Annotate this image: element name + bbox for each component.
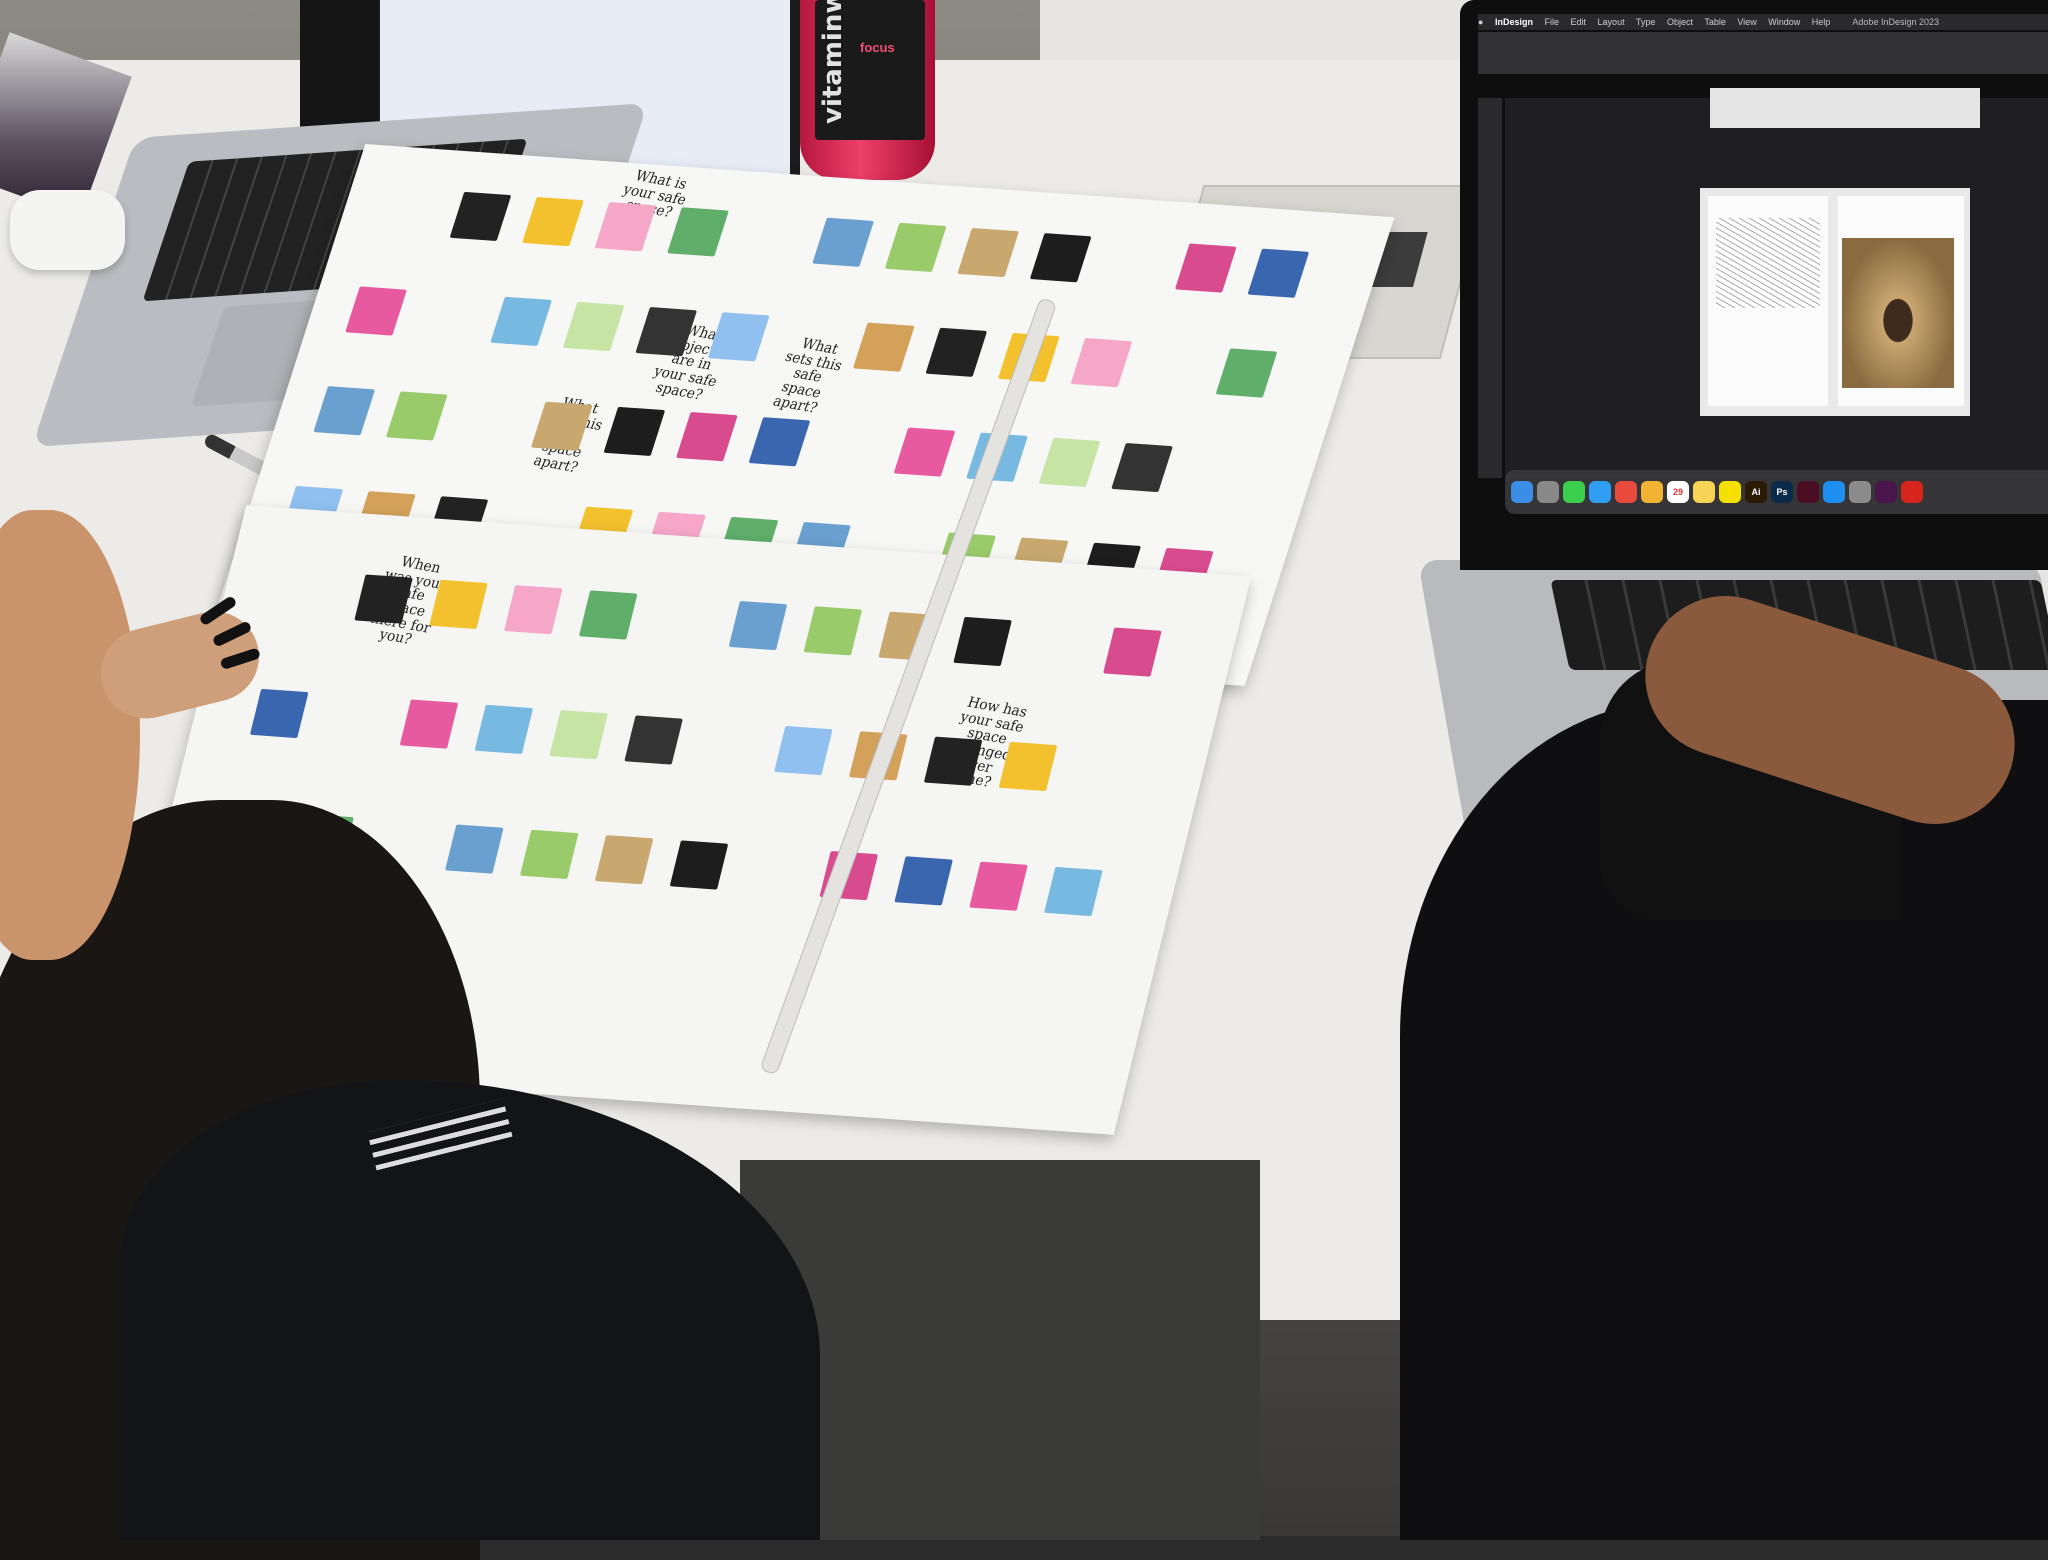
zine-page-thumbnail: [893, 427, 956, 477]
zine-page-thumbnail: [594, 202, 657, 252]
finder-icon[interactable]: [1511, 481, 1533, 503]
menu-app-name[interactable]: InDesign: [1495, 17, 1533, 27]
zine-page-thumbnail: [429, 579, 488, 629]
macos-dock: 29 Ai Ps: [1505, 470, 2048, 514]
nail: [219, 647, 261, 671]
indesign-icon[interactable]: [1797, 481, 1819, 503]
zine-page-thumbnail: [249, 688, 309, 739]
zine-page-thumbnail: [490, 296, 552, 346]
tools-panel[interactable]: [1478, 98, 1502, 478]
window-title: Adobe InDesign 2023: [1852, 17, 1939, 27]
zine-page-thumbnail: [676, 411, 738, 462]
zine-page-thumbnail: [1070, 338, 1133, 388]
zine-page-thumbnail: [925, 327, 988, 377]
zine-page-thumbnail: [1111, 442, 1173, 493]
indesign-control-bar[interactable]: [1478, 32, 2048, 74]
zine-page-thumbnail: [894, 856, 953, 906]
clay-photo-image[interactable]: [1842, 238, 1954, 388]
zine-question: What sets this safe space apart?: [770, 335, 845, 417]
zine-page-thumbnail: [1174, 243, 1237, 293]
zine-page-thumbnail: [969, 861, 1028, 911]
zine-page-thumbnail: [707, 312, 770, 362]
appstore-icon[interactable]: [1823, 481, 1845, 503]
zine-page-thumbnail: [624, 715, 683, 765]
photoshop-icon[interactable]: Ps: [1771, 481, 1793, 503]
bottle-brand-text: vitaminwater: [818, 0, 848, 124]
zine-page-thumbnail: [957, 227, 1020, 278]
apple-menu-icon[interactable]: ●: [1478, 17, 1483, 27]
safari-icon[interactable]: [1589, 481, 1611, 503]
zine-page-thumbnail: [474, 704, 534, 754]
sketch-image[interactable]: [1716, 218, 1820, 308]
indesign-menubar: ● InDesign File Edit Layout Type Object …: [1478, 14, 2048, 30]
zine-page-thumbnail: [578, 590, 638, 640]
zine-page-thumbnail: [399, 699, 459, 749]
zine-page-thumbnail: [519, 829, 579, 880]
zine-page-thumbnail: [549, 710, 609, 760]
zine-page-thumbnail: [504, 585, 563, 635]
bottle-flavor-text: focus: [860, 40, 895, 55]
nail: [211, 620, 253, 648]
menu-view[interactable]: View: [1737, 17, 1756, 27]
zine-page-thumbnail: [1029, 233, 1092, 283]
menu-object[interactable]: Object: [1667, 17, 1693, 27]
slack-icon[interactable]: [1875, 481, 1897, 503]
kakaotalk-icon[interactable]: [1719, 481, 1741, 503]
menu-help[interactable]: Help: [1812, 17, 1831, 27]
zine-page-thumbnail: [445, 824, 504, 874]
calendar-icon[interactable]: 29: [1667, 481, 1689, 503]
messages-icon[interactable]: [1563, 481, 1585, 503]
info-panel: [1710, 88, 1980, 128]
zine-page-thumbnail: [594, 835, 654, 885]
zine-page-thumbnail: [953, 616, 1012, 667]
zine-page-thumbnail: [1215, 348, 1278, 398]
menu-table[interactable]: Table: [1704, 17, 1726, 27]
menu-window[interactable]: Window: [1768, 17, 1800, 27]
chrome-icon[interactable]: [1615, 481, 1637, 503]
zine-page-thumbnail: [803, 606, 863, 656]
zine-page-thumbnail: [1247, 248, 1310, 298]
menu-file[interactable]: File: [1544, 17, 1559, 27]
zine-page-thumbnail: [385, 391, 448, 441]
zine-page-thumbnail: [562, 301, 625, 352]
zine-page-thumbnail: [1103, 627, 1162, 677]
menu-edit[interactable]: Edit: [1571, 17, 1587, 27]
zine-page-thumbnail: [774, 725, 833, 776]
zine-page-thumbnail: [728, 600, 788, 651]
zine-page-thumbnail: [313, 386, 376, 436]
zine-page-thumbnail: [669, 840, 729, 890]
menu-layout[interactable]: Layout: [1598, 17, 1625, 27]
zine-page-thumbnail: [345, 286, 407, 336]
notes-icon[interactable]: [1693, 481, 1715, 503]
zine-page-thumbnail: [884, 222, 947, 273]
zine-page-thumbnail: [998, 741, 1058, 792]
zine-page-thumbnail: [748, 417, 811, 467]
illustrator-icon[interactable]: Ai: [1745, 481, 1767, 503]
zine-page-thumbnail: [603, 406, 666, 457]
photos-icon[interactable]: [1641, 481, 1663, 503]
zine-page-thumbnail: [522, 196, 584, 247]
settings-icon[interactable]: [1849, 481, 1871, 503]
zine-page-thumbnail: [1038, 437, 1101, 488]
acrobat-icon[interactable]: [1901, 481, 1923, 503]
zine-page-thumbnail: [449, 191, 512, 242]
zine-page-thumbnail: [1044, 866, 1103, 917]
menu-type[interactable]: Type: [1636, 17, 1656, 27]
zine-page-thumbnail: [852, 322, 915, 372]
airpods-case: [10, 190, 125, 270]
launchpad-icon[interactable]: [1537, 481, 1559, 503]
zine-page-thumbnail: [812, 217, 874, 267]
